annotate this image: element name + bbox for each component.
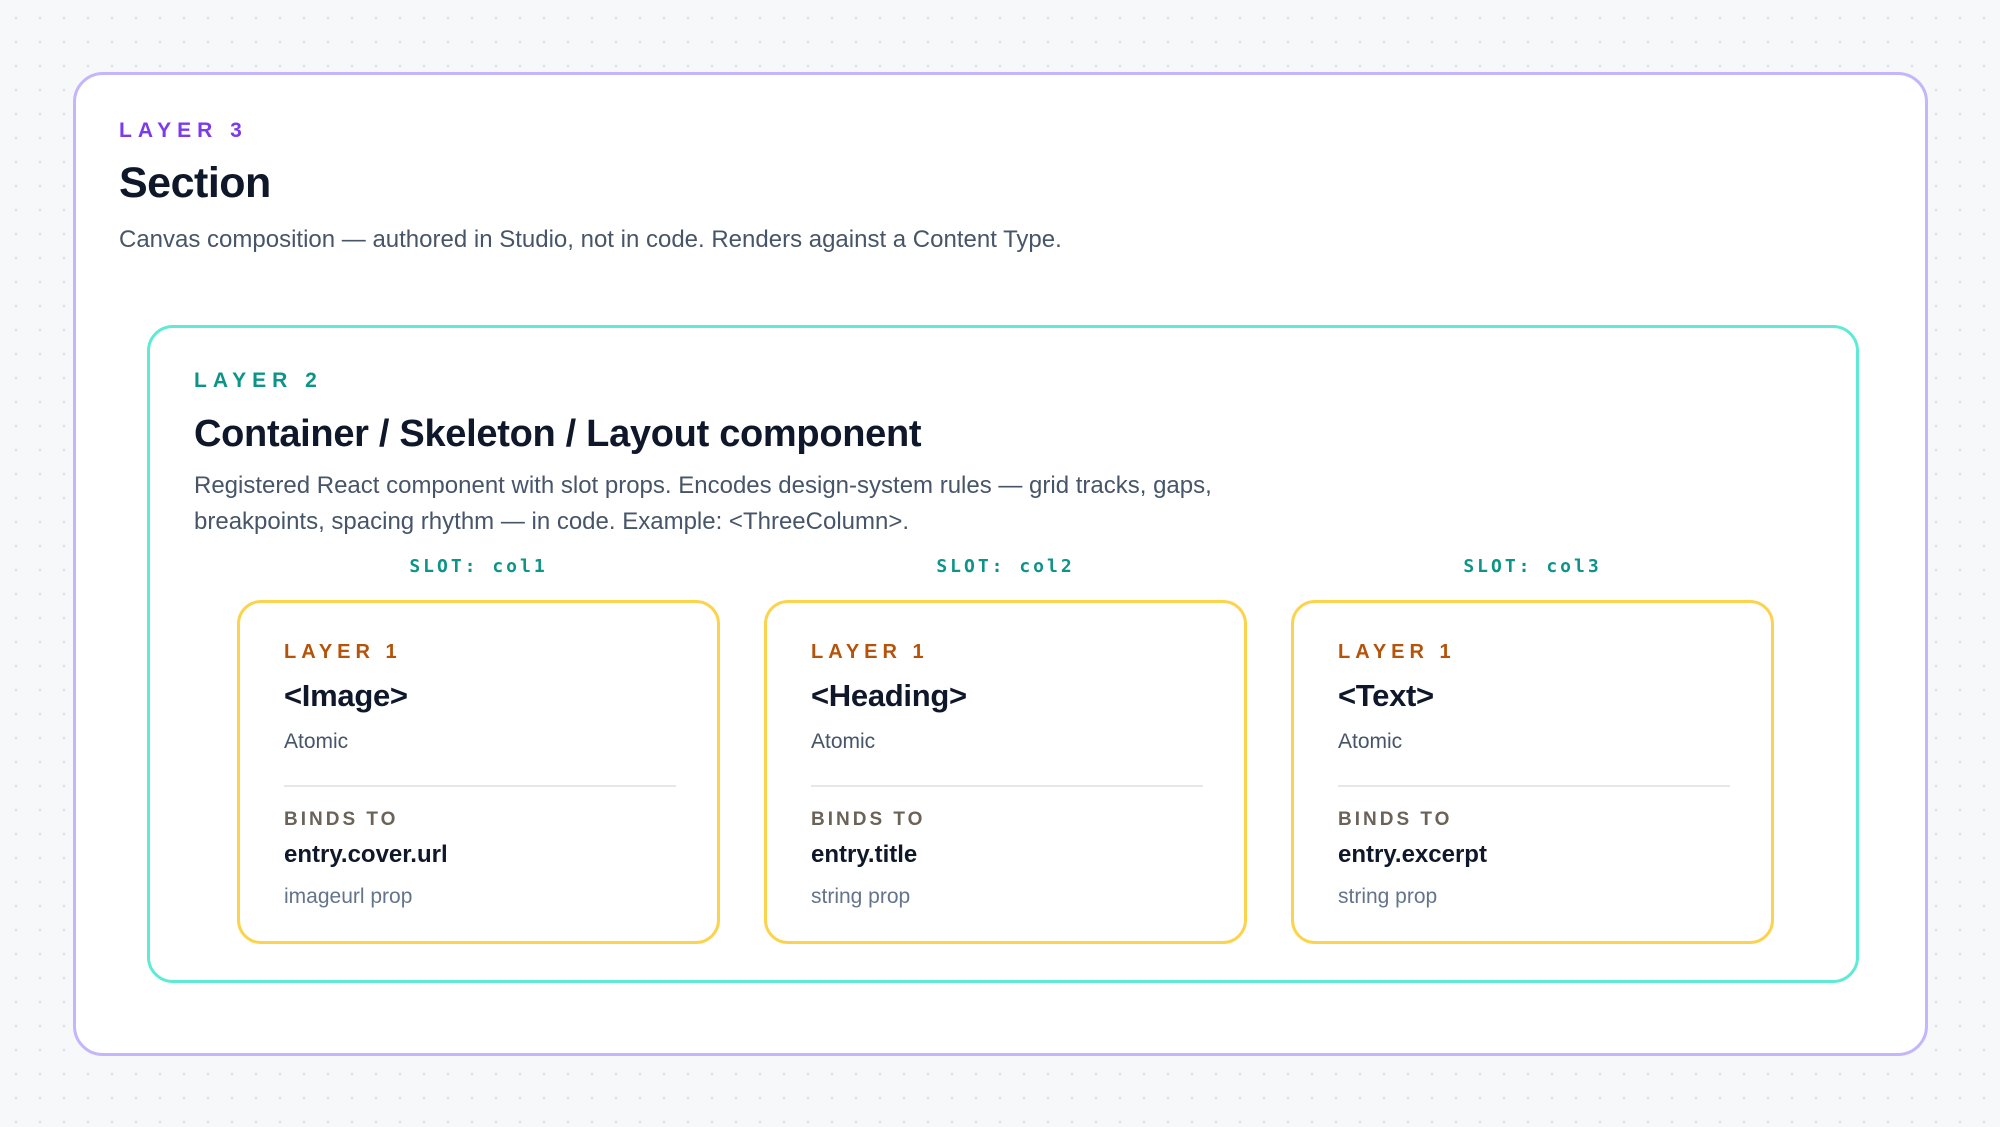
card-title: <Text>	[1338, 678, 1434, 713]
section-layer-label: LAYER 3	[119, 119, 248, 142]
card-title: <Heading>	[811, 678, 967, 713]
card-layer-label: LAYER 1	[811, 641, 929, 663]
container-title: Container / Skeleton / Layout component	[194, 413, 922, 455]
slot-col2: SLOT: col2 LAYER 1 <Heading> Atomic BIND…	[764, 556, 1247, 944]
section-title: Section	[119, 159, 271, 207]
card-layer-label: LAYER 1	[1338, 641, 1456, 663]
binds-to-type: imageurl prop	[284, 885, 413, 908]
card-title: <Image>	[284, 678, 408, 713]
slot-col1: SLOT: col1 LAYER 1 <Image> Atomic BINDS …	[237, 556, 720, 944]
binds-to-label: BINDS TO	[284, 809, 399, 830]
binds-to-label: BINDS TO	[811, 809, 926, 830]
binds-to-type: string prop	[1338, 885, 1438, 908]
slot-label: SLOT: col1	[409, 556, 548, 577]
card-divider	[811, 785, 1203, 787]
slot-label: SLOT: col2	[936, 556, 1075, 577]
atomic-card-image: LAYER 1 <Image> Atomic BINDS TO entry.co…	[237, 600, 720, 944]
container-layer-label: LAYER 2	[194, 369, 323, 392]
slot-label: SLOT: col3	[1463, 556, 1602, 577]
card-layer-label: LAYER 1	[284, 641, 402, 663]
container-layer-2: LAYER 2 Container / Skeleton / Layout co…	[147, 325, 1859, 983]
card-divider	[284, 785, 676, 787]
section-layer-3: LAYER 3 Section Canvas composition — aut…	[73, 72, 1928, 1056]
binds-to-value: entry.title	[811, 841, 918, 868]
atomic-card-heading: LAYER 1 <Heading> Atomic BINDS TO entry.…	[764, 600, 1247, 944]
binds-to-value: entry.excerpt	[1338, 841, 1487, 868]
slot-col3: SLOT: col3 LAYER 1 <Text> Atomic BINDS T…	[1291, 556, 1774, 944]
binds-to-label: BINDS TO	[1338, 809, 1453, 830]
container-description: Registered React component with slot pro…	[194, 472, 1212, 535]
card-subtitle: Atomic	[1338, 730, 1403, 753]
card-subtitle: Atomic	[284, 730, 349, 753]
section-description: Canvas composition — authored in Studio,…	[119, 226, 1062, 253]
binds-to-value: entry.cover.url	[284, 841, 448, 868]
atomic-card-text: LAYER 1 <Text> Atomic BINDS TO entry.exc…	[1291, 600, 1774, 944]
card-subtitle: Atomic	[811, 730, 876, 753]
container-header: LAYER 2 Container / Skeleton / Layout co…	[194, 369, 1394, 540]
card-divider	[1338, 785, 1730, 787]
section-header: LAYER 3 Section Canvas composition — aut…	[119, 119, 1062, 254]
binds-to-type: string prop	[811, 885, 911, 908]
